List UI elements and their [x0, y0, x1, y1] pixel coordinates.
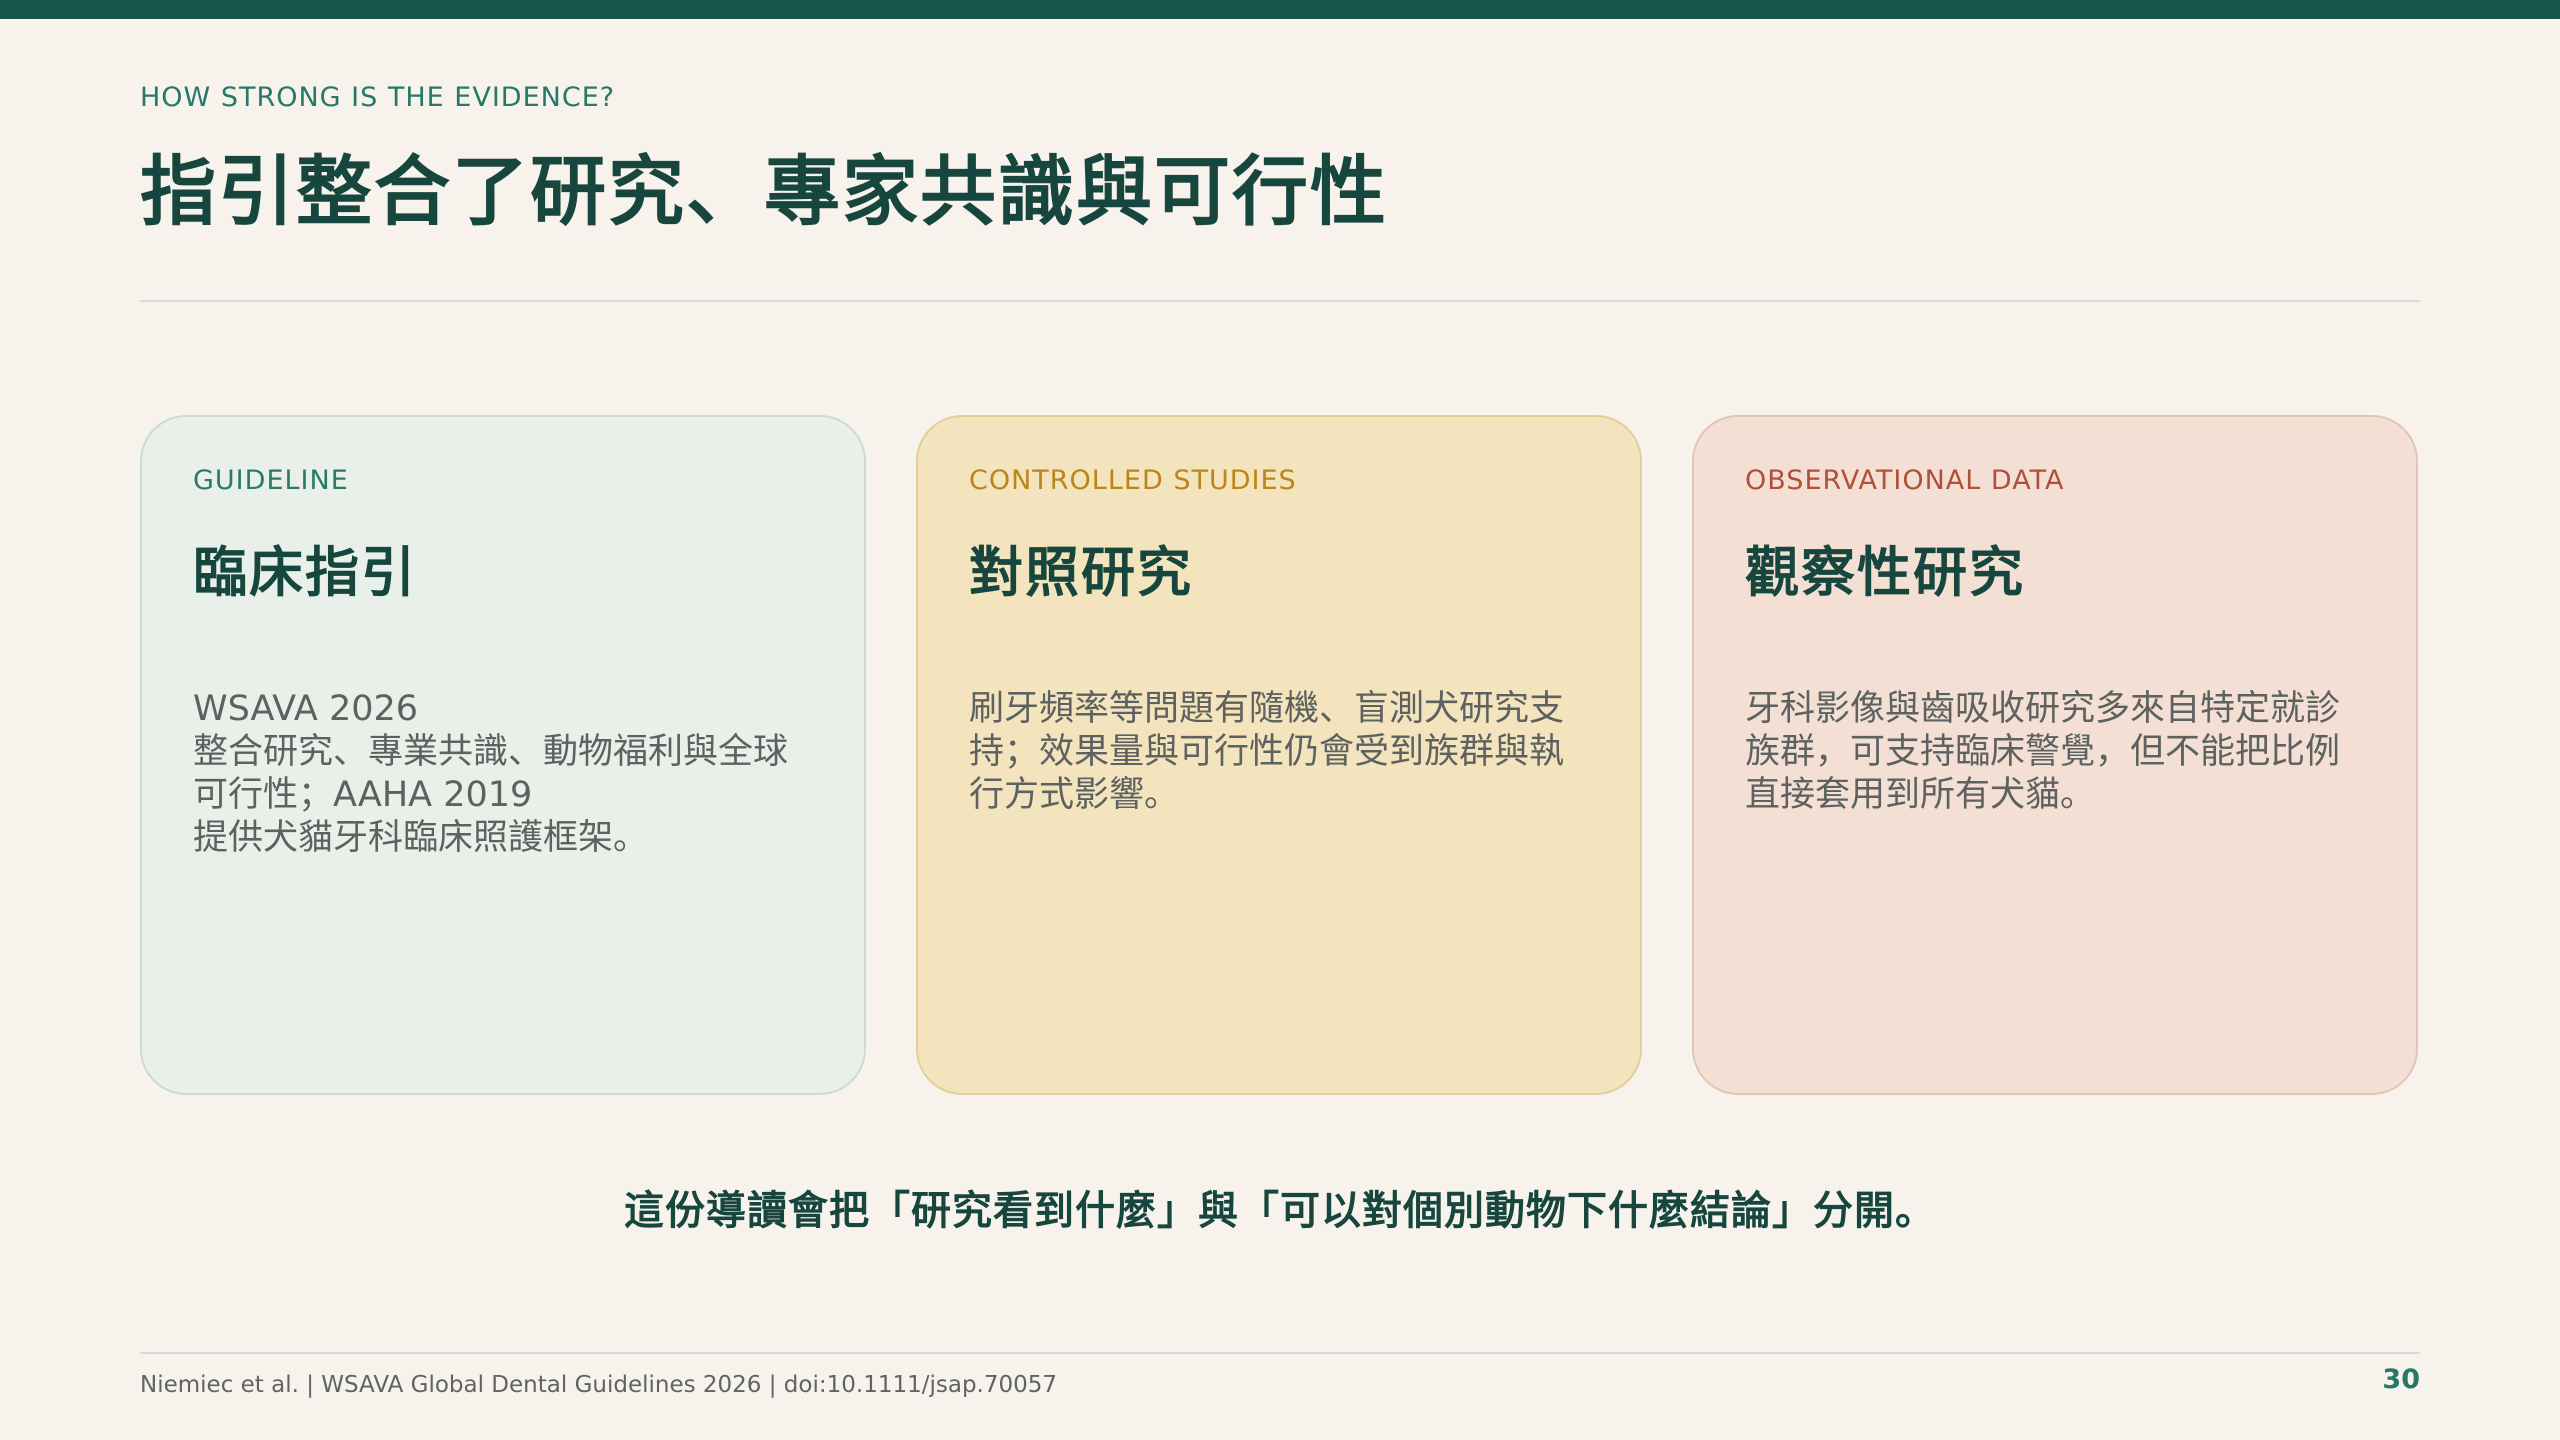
- card-body: 牙科影像與齒吸收研究多來自特定就診 族群，可支持臨床警覺，但不能把比例 直接套用…: [1745, 689, 2341, 816]
- card-controlled-studies: CONTROLLED STUDIES 對照研究 刷牙頻率等問題有隨機、盲測犬研究…: [916, 415, 1642, 1095]
- card-body: 刷牙頻率等問題有隨機、盲測犬研究支 持；效果量與可行性仍會受到族群與執 行方式影…: [969, 689, 1565, 816]
- card-tag: GUIDELINE: [193, 465, 349, 496]
- card-title: 對照研究: [969, 541, 1193, 604]
- top-accent-bar: [0, 0, 2560, 19]
- card-tag: CONTROLLED STUDIES: [969, 465, 1297, 496]
- card-tag: OBSERVATIONAL DATA: [1745, 465, 2065, 496]
- card-guideline: GUIDELINE 臨床指引 WSAVA 2026 整合研究、專業共識、動物福利…: [140, 415, 866, 1095]
- footer-divider: [140, 1352, 2420, 1354]
- section-eyebrow: HOW STRONG IS THE EVIDENCE?: [140, 82, 616, 113]
- title-divider: [140, 300, 2420, 302]
- card-observational-data: OBSERVATIONAL DATA 觀察性研究 牙科影像與齒吸收研究多來自特定…: [1692, 415, 2418, 1095]
- page-title: 指引整合了研究、專家共識與可行性: [140, 147, 1388, 236]
- card-title: 臨床指引: [193, 541, 417, 604]
- card-title: 觀察性研究: [1745, 541, 2025, 604]
- footer-citation: Niemiec et al. | WSAVA Global Dental Gui…: [140, 1372, 1058, 1398]
- summary-statement: 這份導讀會把「研究看到什麼」與「可以對個別動物下什麼結論」分開。: [624, 1188, 1936, 1234]
- page-number: 30: [2382, 1364, 2420, 1395]
- card-body: WSAVA 2026 整合研究、專業共識、動物福利與全球 可行性；AAHA 20…: [193, 689, 789, 859]
